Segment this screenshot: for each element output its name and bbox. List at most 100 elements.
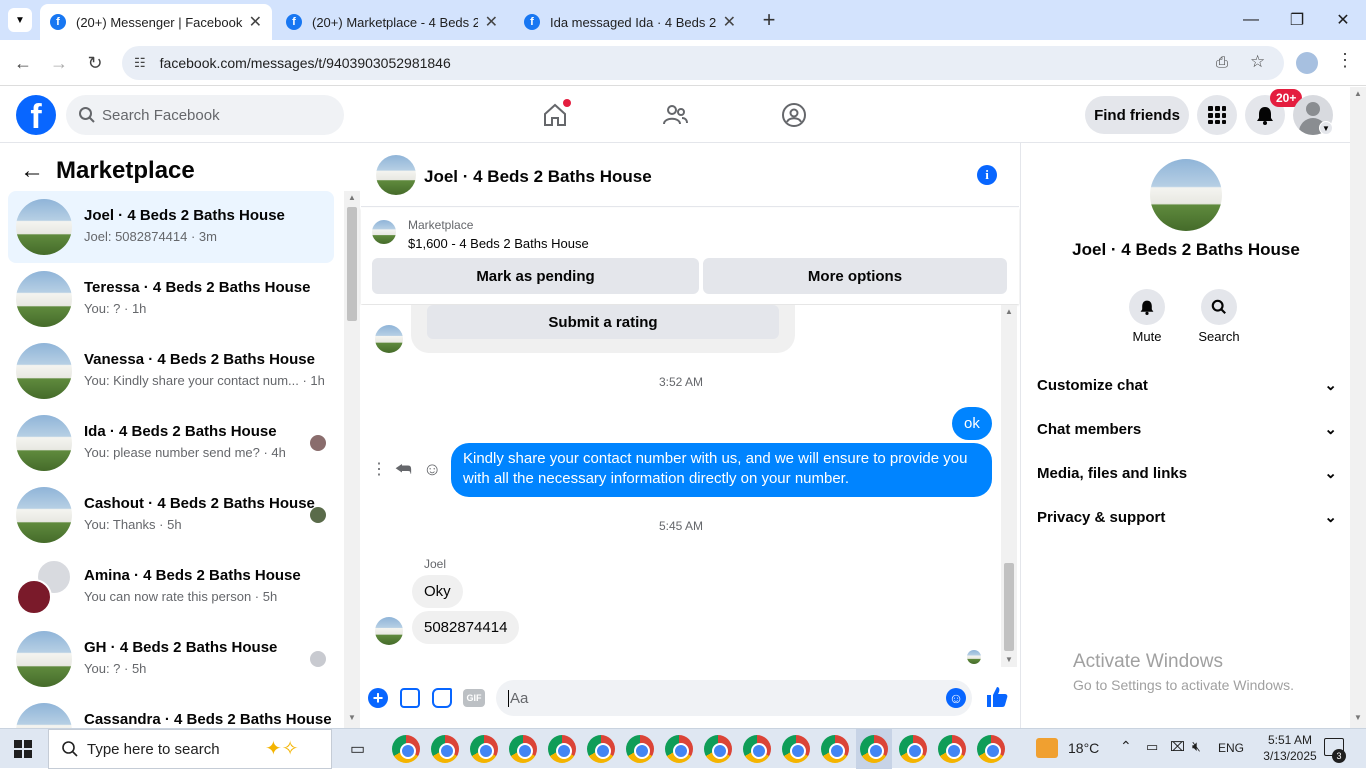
media-files-links-item[interactable]: Media, files and links ⌄ [1037,451,1337,495]
page-scrollbar[interactable]: ▲ ▼ [1350,87,1366,728]
message-bubble-received[interactable]: 5082874414 [412,611,520,644]
listing-price[interactable]: $1,600 - 4 Beds 2 Baths House [408,236,589,251]
chrome-taskbar-icon[interactable] [431,735,459,763]
install-app-icon[interactable]: ⎙ [1216,54,1228,71]
like-thumbs-up-icon[interactable] [986,686,1008,714]
close-tab-icon[interactable]: ✕ [485,12,498,32]
chrome-taskbar-icon[interactable] [938,735,966,763]
conversation-item[interactable]: Vanessa · 4 Beds 2 Baths House You: Kind… [8,335,334,407]
chrome-menu-icon[interactable]: ⋮ [1336,50,1354,71]
conversation-list-scrollbar[interactable]: ▲ ▼ [344,191,360,728]
chrome-taskbar-icon[interactable] [470,735,498,763]
chrome-taskbar-icon[interactable] [899,735,927,763]
contact-avatar[interactable] [1150,159,1222,231]
mark-as-pending-button[interactable]: Mark as pending [372,258,699,294]
chrome-taskbar-icon[interactable] [587,735,615,763]
customize-chat-item[interactable]: Customize chat ⌄ [1037,363,1337,407]
network-icon[interactable]: ⌧ [1170,739,1185,755]
profile-icon[interactable] [1296,52,1318,74]
scroll-down-icon[interactable]: ▼ [348,713,356,722]
groups-icon[interactable] [778,99,810,131]
conversation-item[interactable]: Joel · 4 Beds 2 Baths House Joel: 508287… [8,191,334,263]
conversation-item[interactable]: Cassandra · 4 Beds 2 Baths House [8,695,334,728]
battery-icon[interactable]: ▭ [1146,739,1158,755]
chrome-taskbar-icon[interactable] [782,735,810,763]
tab-marketplace[interactable]: f (20+) Marketplace - 4 Beds 2 Ba ✕ [276,4,508,40]
tab-search-icon[interactable]: ▼ [8,8,32,32]
new-tab-icon[interactable]: + [756,6,782,34]
scroll-up-icon[interactable]: ▲ [1354,89,1362,98]
friends-icon[interactable] [659,99,691,131]
message-bubble-sent[interactable]: ok [952,407,992,440]
tray-chevron-up-icon[interactable]: ⌃ [1120,738,1132,755]
menu-grid-icon[interactable] [1197,95,1237,135]
task-view-icon[interactable]: ▭ [350,739,365,759]
chrome-taskbar-icon-active[interactable] [860,735,888,763]
privacy-support-item[interactable]: Privacy & support ⌄ [1037,495,1337,539]
chrome-taskbar-icon[interactable] [626,735,654,763]
url-bar[interactable]: ☷ facebook.com/messages/t/94039030529818… [122,46,1284,80]
volume-mute-icon[interactable]: 🔇︎ [1192,738,1201,755]
site-info-icon[interactable]: ☷ [134,55,146,71]
chrome-taskbar-icon[interactable] [392,735,420,763]
message-bubble-sent[interactable]: Kindly share your contact number with us… [451,443,992,497]
close-tab-icon[interactable]: ✕ [249,12,262,32]
chat-members-item[interactable]: Chat members ⌄ [1037,407,1337,451]
search-conversation-icon[interactable] [1201,289,1237,325]
chrome-taskbar-icon[interactable] [665,735,693,763]
react-emoji-icon[interactable]: ☺ [423,459,441,480]
message-input[interactable]: Aa ☺ [496,680,972,716]
chrome-taskbar-icon[interactable] [509,735,537,763]
find-friends-button[interactable]: Find friends [1085,96,1189,134]
scroll-up-icon[interactable]: ▲ [348,193,356,202]
chrome-taskbar-icon[interactable] [743,735,771,763]
sticker-icon[interactable] [432,688,452,708]
facebook-logo-icon[interactable]: f [16,95,56,135]
home-icon[interactable] [539,99,571,131]
conversation-item[interactable]: GH · 4 Beds 2 Baths House You: ? · 5h [8,623,334,695]
search-facebook-input[interactable]: Search Facebook [66,95,344,135]
chat-scrollbar[interactable]: ▲ ▼ [1001,305,1017,667]
minimize-icon[interactable]: — [1228,0,1274,40]
back-arrow-icon[interactable]: ← [20,157,44,185]
conversation-item[interactable]: Ida · 4 Beds 2 Baths House You: please n… [8,407,334,479]
tab-ida-message[interactable]: f Ida messaged Ida · 4 Beds 2 Bat ✕ [514,4,746,40]
scroll-up-icon[interactable]: ▲ [1005,307,1013,316]
reply-icon[interactable]: ⮪ [395,459,412,480]
bookmark-star-icon[interactable]: ☆ [1250,52,1265,72]
chrome-taskbar-icon[interactable] [977,735,1005,763]
message-bubble-received[interactable]: Oky [412,575,463,608]
restore-icon[interactable]: ❐ [1274,0,1320,40]
mute-bell-icon[interactable] [1129,289,1165,325]
close-window-icon[interactable]: ✕ [1320,0,1366,40]
info-icon[interactable]: i [977,165,997,185]
taskbar-search-box[interactable]: Type here to search ✦✧ [48,729,332,769]
conversation-item[interactable]: Cashout · 4 Beds 2 Baths House You: Than… [8,479,334,551]
back-icon[interactable]: ← [8,48,38,78]
forward-icon[interactable]: → [44,48,74,78]
scrollbar-thumb[interactable] [1004,563,1014,651]
gif-icon[interactable]: GIF [463,689,485,707]
weather-temp[interactable]: 18°C [1068,740,1099,756]
clock[interactable]: 5:51 AM 3/13/2025 [1262,732,1318,764]
close-tab-icon[interactable]: ✕ [723,12,736,32]
photo-icon[interactable] [400,688,420,708]
chrome-taskbar-icon[interactable] [548,735,576,763]
input-language[interactable]: ENG [1218,741,1244,755]
search-label[interactable]: Search [1189,329,1249,344]
scroll-down-icon[interactable]: ▼ [1005,655,1013,664]
conversation-item[interactable]: Amina · 4 Beds 2 Baths House You can now… [8,551,334,623]
mute-label[interactable]: Mute [1117,329,1177,344]
scrollbar-thumb[interactable] [347,207,357,321]
chrome-taskbar-icon[interactable] [821,735,849,763]
conversation-item[interactable]: Teressa · 4 Beds 2 Baths House You: ? · … [8,263,334,335]
more-options-button[interactable]: More options [703,258,1007,294]
emoji-icon[interactable]: ☺ [946,688,966,708]
scroll-down-icon[interactable]: ▼ [1354,713,1362,722]
account-chevron-icon[interactable]: ▼ [1319,121,1333,135]
tab-messenger[interactable]: f (20+) Messenger | Facebook ✕ [40,4,272,40]
chat-avatar[interactable] [376,155,416,195]
chrome-taskbar-icon[interactable] [704,735,732,763]
chat-title[interactable]: Joel · 4 Beds 2 Baths House [424,167,652,187]
reload-icon[interactable]: ↻ [80,48,110,78]
